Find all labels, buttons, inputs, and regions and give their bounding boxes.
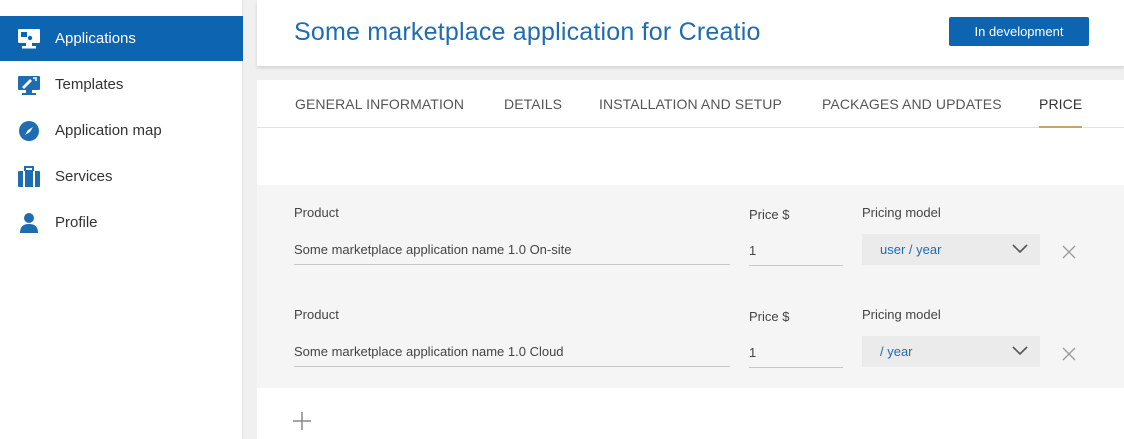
templates-icon bbox=[17, 73, 41, 97]
tab-details[interactable]: DETAILS bbox=[504, 96, 562, 128]
content-panel: GENERAL INFORMATION DETAILS INSTALLATION… bbox=[257, 80, 1124, 439]
tab-bar: GENERAL INFORMATION DETAILS INSTALLATION… bbox=[257, 80, 1124, 128]
tab-general-information[interactable]: GENERAL INFORMATION bbox=[295, 96, 464, 128]
sidebar-item-services[interactable]: Services bbox=[0, 154, 243, 199]
pricing-model-value: / year bbox=[880, 344, 913, 359]
sidebar-item-label: Profile bbox=[55, 214, 98, 231]
sidebar-item-templates[interactable]: Templates bbox=[0, 62, 243, 107]
page-title: Some marketplace application for Creatio bbox=[294, 18, 761, 46]
pricing-model-label: Pricing model bbox=[862, 205, 941, 220]
tab-price[interactable]: PRICE bbox=[1039, 96, 1083, 128]
briefcase-icon bbox=[17, 165, 41, 189]
price-field[interactable]: 1 bbox=[749, 236, 843, 266]
add-price-button[interactable] bbox=[292, 411, 312, 431]
remove-row-button[interactable] bbox=[1061, 346, 1077, 362]
user-icon bbox=[17, 211, 41, 235]
tab-packages-and-updates[interactable]: PACKAGES AND UPDATES bbox=[822, 96, 1002, 128]
product-field[interactable]: Some marketplace application name 1.0 Cl… bbox=[294, 337, 730, 367]
monitor-icon bbox=[17, 27, 41, 51]
price-panel: Product Price $ Pricing model Some marke… bbox=[257, 185, 1124, 388]
compass-icon bbox=[17, 119, 41, 143]
product-label: Product bbox=[294, 205, 339, 220]
sidebar-item-applications[interactable]: Applications bbox=[0, 16, 243, 61]
sidebar-item-label: Application map bbox=[55, 122, 162, 139]
status-button[interactable]: In development bbox=[949, 17, 1089, 46]
price-label: Price $ bbox=[749, 207, 790, 222]
page-header: Some marketplace application for Creatio… bbox=[257, 0, 1124, 66]
price-label: Price $ bbox=[749, 309, 790, 324]
product-label: Product bbox=[294, 307, 339, 322]
pricing-model-value: user / year bbox=[880, 242, 942, 257]
pricing-model-select[interactable]: / year bbox=[862, 336, 1040, 367]
pricing-model-select[interactable]: user / year bbox=[862, 234, 1040, 265]
chevron-down-icon bbox=[1012, 244, 1028, 254]
tab-installation-and-setup[interactable]: INSTALLATION AND SETUP bbox=[599, 96, 782, 128]
chevron-down-icon bbox=[1012, 346, 1028, 356]
remove-row-button[interactable] bbox=[1061, 244, 1077, 260]
sidebar-item-application-map[interactable]: Application map bbox=[0, 108, 243, 153]
product-field[interactable]: Some marketplace application name 1.0 On… bbox=[294, 235, 730, 265]
pricing-model-label: Pricing model bbox=[862, 307, 941, 322]
sidebar-item-profile[interactable]: Profile bbox=[0, 200, 243, 245]
sidebar-item-label: Applications bbox=[55, 30, 136, 47]
sidebar: Applications Templates Application map S… bbox=[0, 0, 243, 439]
main-area: Some marketplace application for Creatio… bbox=[257, 0, 1124, 439]
price-field[interactable]: 1 bbox=[749, 338, 843, 368]
sidebar-item-label: Services bbox=[55, 168, 113, 185]
sidebar-item-label: Templates bbox=[55, 76, 124, 93]
